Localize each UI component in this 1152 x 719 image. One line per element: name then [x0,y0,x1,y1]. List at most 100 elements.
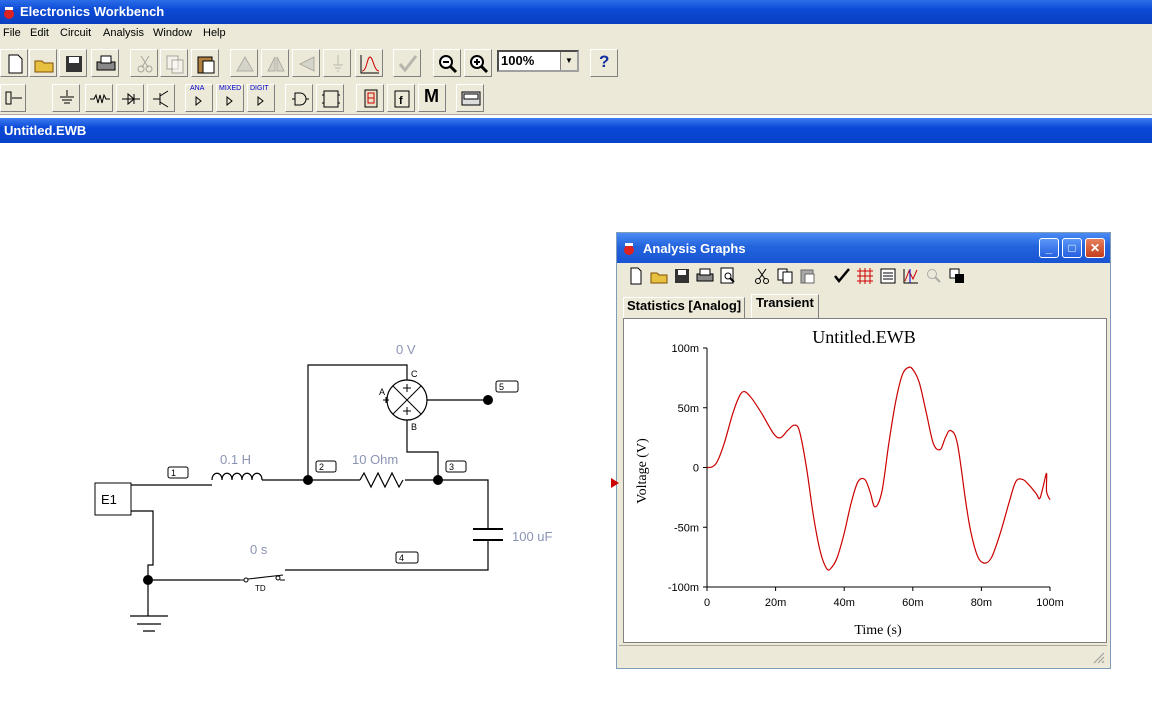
save-button[interactable] [59,49,87,77]
graph-print-button[interactable] [694,265,716,287]
function-block-icon: f [394,90,410,108]
chart-ticks: 0 20m 40m 60m 80m 100m 100m 50m 0 -50m -100m [668,343,1064,609]
toggle-legend-button[interactable] [877,265,899,287]
analysis-window-title-bar[interactable]: Analysis Graphs _ □ ✕ [617,233,1110,263]
minimize-button[interactable]: _ [1039,238,1059,258]
mixed-ics-bin-button[interactable]: MIXED [216,84,244,112]
mixed-ic-icon [226,95,233,107]
analog-ics-bin-button[interactable]: ANA [185,84,213,112]
help-button[interactable]: ? [590,49,618,77]
document-title-bar: Untitled.EWB [0,118,1152,143]
maximize-button[interactable]: □ [1062,238,1082,258]
floppy-disk-icon [66,56,82,72]
graph-zoom-button[interactable] [923,265,945,287]
meter-pin-b: B [411,422,417,432]
parts-bin-toolbar: ANA MIXED DIGIT f M [0,82,1152,115]
menu-file[interactable]: File [3,27,21,39]
node-label-2: 2 [319,462,324,472]
inductor-symbol[interactable] [211,472,263,481]
print-button[interactable] [91,49,119,77]
toggle-cursors-button[interactable] [900,265,922,287]
close-button[interactable]: ✕ [1085,238,1105,258]
tab-statistics-analog[interactable]: Statistics [Analog] [623,297,746,318]
miscellaneous-bin-button[interactable]: M [418,84,446,112]
wire-node3-capacitor[interactable] [438,479,489,528]
diodes-bin-button[interactable] [116,84,144,112]
component-properties-button[interactable] [323,49,351,77]
graph-paste-button[interactable] [797,265,819,287]
describe-button[interactable] [393,49,421,77]
digital-bin-button[interactable] [316,84,344,112]
component-properties-icon [333,55,343,72]
toggle-grid-button[interactable] [854,265,876,287]
reverse-colors-button[interactable] [946,265,968,287]
seven-segment-icon [364,89,378,108]
graph-properties-button[interactable] [831,265,853,287]
chart-axes [706,348,1050,588]
voltage-series-line[interactable] [706,366,1051,571]
junction-node-5[interactable] [483,395,493,405]
ground-symbol[interactable] [130,615,168,632]
cursor-graph-icon [903,269,918,284]
menu-bar: File Edit Circuit Analysis Window Help [0,24,1152,44]
transient-graph-panel[interactable]: Untitled.EWB 0 20m 40m 60m 80m 100m 100m 50m 0 -5… [623,318,1107,643]
flip-vertical-button[interactable] [292,49,320,77]
junction-ground[interactable] [143,575,153,585]
junction-node-3[interactable] [433,475,443,485]
menu-analysis[interactable]: Analysis [103,27,144,39]
menu-help[interactable]: Help [203,27,226,39]
wire-source-ground[interactable] [131,510,154,580]
zoom-in-button[interactable] [464,49,492,77]
instruments-bin-button[interactable] [456,84,484,112]
menu-window[interactable]: Window [153,27,192,39]
x-tick-label: 0 [704,597,710,609]
display-graphs-button[interactable] [355,49,383,77]
transient-chart[interactable]: Untitled.EWB 0 20m 40m 60m 80m 100m 100m 50m 0 -5… [624,319,1106,642]
zoom-out-button[interactable] [433,49,461,77]
graph-open-button[interactable] [648,265,670,287]
chart-axis-lines [706,348,1050,588]
digital-ics-bin-button[interactable]: DIGIT [247,84,275,112]
resistor-symbol[interactable] [359,471,404,489]
resize-grip-icon[interactable] [1093,652,1105,664]
wire-capacitor-switch[interactable] [285,541,489,571]
controls-bin-button[interactable]: f [387,84,415,112]
multiplier-meter-symbol[interactable] [383,379,428,421]
zoom-level-select[interactable]: 100% ▼ [497,50,579,72]
graph-cut-button[interactable] [751,265,773,287]
basic-bin-button[interactable] [85,84,113,112]
indicators-bin-button[interactable] [356,84,384,112]
graph-new-button[interactable] [625,265,647,287]
graph-copy-button[interactable] [774,265,796,287]
meter-pin-c: C [411,369,418,379]
paste-button[interactable] [191,49,219,77]
favorites-bin-button[interactable] [0,84,26,112]
graph-save-button[interactable] [671,265,693,287]
logic-gates-bin-button[interactable] [285,84,313,112]
chevron-down-icon[interactable]: ▼ [560,52,577,70]
graph-print-preview-button[interactable] [717,265,739,287]
flip-horizontal-button[interactable] [261,49,289,77]
rotate-button[interactable] [230,49,258,77]
x-tick-label: 20m [765,597,786,609]
open-button[interactable] [29,49,57,77]
copy-button[interactable] [160,49,188,77]
app-title-bar: Electronics Workbench [0,0,1152,24]
new-button[interactable] [0,49,28,77]
node-label-4: 4 [399,553,404,563]
analysis-status-bar [619,645,1107,666]
menu-edit[interactable]: Edit [30,27,49,39]
transistors-bin-button[interactable] [147,84,175,112]
zoom-in-icon [470,55,489,74]
menu-circuit[interactable]: Circuit [60,27,91,39]
tab-transient[interactable]: Transient [751,294,819,319]
x-tick-label: 60m [902,597,923,609]
time-delay-switch-symbol[interactable] [240,574,285,583]
inductor-label: 0.1 H [220,452,251,467]
cut-button[interactable] [130,49,158,77]
capacitor-symbol[interactable] [473,528,503,541]
junction-node-2[interactable] [303,475,313,485]
switch-tag-label: TD [255,584,266,593]
sources-bin-button[interactable] [52,84,80,112]
analysis-graphs-window[interactable]: Analysis Graphs _ □ ✕ Statistics [Analog… [611,232,1111,669]
